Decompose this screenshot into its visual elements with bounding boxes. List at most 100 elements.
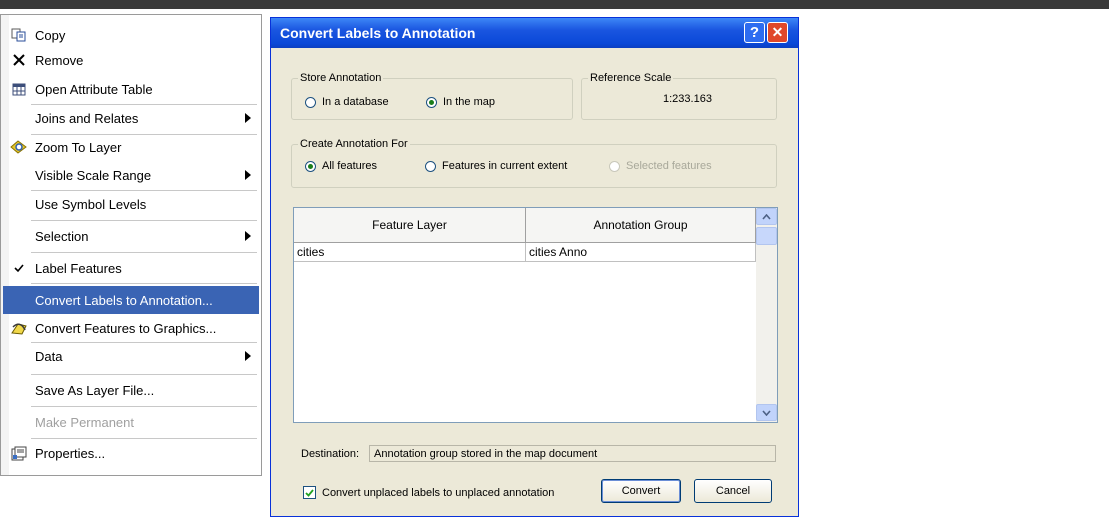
- radio-indicator-selected: [305, 160, 316, 172]
- menu-item-label: Convert Features to Graphics...: [35, 320, 217, 336]
- checkbox-indicator: [303, 486, 316, 499]
- menu-item-label: Joins and Relates: [35, 110, 139, 126]
- menu-item-use-symbol-levels[interactable]: Use Symbol Levels: [3, 190, 259, 218]
- convert-button[interactable]: Convert: [601, 479, 681, 503]
- radio-label: In the map: [443, 96, 495, 108]
- table-cell-annotation-group[interactable]: cities Anno: [526, 243, 756, 262]
- menu-separator: [31, 374, 257, 375]
- menu-separator: [31, 252, 257, 253]
- destination-value: Annotation group stored in the map docum…: [374, 447, 598, 460]
- menu-item-convert-labels-to-annotation[interactable]: Convert Labels to Annotation...: [3, 286, 259, 314]
- menu-item-label: Properties...: [35, 445, 106, 461]
- cancel-button[interactable]: Cancel: [694, 479, 772, 503]
- menu-item-remove[interactable]: Remove: [3, 46, 259, 74]
- menu-separator: [31, 406, 257, 407]
- convert-unplaced-checkbox[interactable]: Convert unplaced labels to unplaced anno…: [303, 486, 554, 499]
- menu-item-selection[interactable]: Selection: [3, 222, 259, 250]
- top-window-border: [0, 0, 1109, 9]
- submenu-arrow-icon: [237, 231, 259, 241]
- chevron-down-icon: [762, 409, 771, 416]
- radio-label: Features in current extent: [442, 160, 568, 172]
- menu-item-label: Convert Labels to Annotation...: [35, 292, 213, 308]
- checkmark-icon: [305, 488, 314, 497]
- help-button[interactable]: ?: [744, 22, 765, 43]
- menu-item-label: Use Symbol Levels: [35, 196, 147, 212]
- group-legend: Create Annotation For: [300, 138, 408, 150]
- menu-item-copy[interactable]: Copy: [3, 21, 259, 49]
- menu-item-label: Remove: [35, 52, 84, 68]
- destination-label: Destination:: [301, 448, 360, 460]
- menu-item-label: Make Permanent: [35, 414, 134, 430]
- zoom-to-layer-icon: [3, 140, 35, 154]
- button-label: Cancel: [715, 485, 751, 497]
- submenu-arrow-icon: [237, 113, 259, 123]
- destination-field: Annotation group stored in the map docum…: [369, 445, 776, 462]
- radio-all-features[interactable]: All features: [305, 160, 377, 172]
- menu-item-label: Copy: [35, 27, 66, 43]
- menu-item-label: Visible Scale Range: [35, 167, 152, 183]
- checkbox-label: Convert unplaced labels to unplaced anno…: [322, 486, 555, 499]
- menu-item-data[interactable]: Data: [3, 342, 259, 370]
- group-legend: Store Annotation: [300, 72, 382, 84]
- scroll-up-button[interactable]: [756, 208, 777, 225]
- convert-labels-dialog: Convert Labels to Annotation ? ✕ Store A…: [270, 17, 799, 517]
- help-icon: ?: [749, 24, 760, 41]
- radio-label: In a database: [322, 96, 389, 108]
- menu-item-label: Data: [35, 348, 63, 364]
- menu-item-label: Zoom To Layer: [35, 139, 122, 155]
- menu-item-label: Label Features: [35, 260, 122, 276]
- copy-icon: [3, 28, 35, 42]
- reference-scale-value: 1:233.163: [663, 93, 712, 105]
- checkmark-icon: [3, 263, 35, 273]
- radio-indicator: [609, 160, 620, 172]
- dialog-titlebar[interactable]: Convert Labels to Annotation: [271, 18, 798, 48]
- group-legend: Reference Scale: [590, 72, 672, 84]
- radio-indicator: [305, 96, 316, 108]
- radio-label: Selected features: [626, 160, 712, 172]
- cell-text: cities: [297, 245, 325, 259]
- menu-item-label-features[interactable]: Label Features: [3, 254, 259, 282]
- scroll-down-button[interactable]: [756, 404, 777, 421]
- menu-item-label: Selection: [35, 228, 89, 244]
- submenu-arrow-icon: [237, 170, 259, 180]
- table-vertical-scrollbar[interactable]: [756, 208, 777, 422]
- remove-x-icon: [3, 53, 35, 67]
- menu-item-label: Save As Layer File...: [35, 382, 155, 398]
- dialog-title: Convert Labels to Annotation: [280, 25, 476, 41]
- convert-graphics-icon: [3, 321, 35, 336]
- scroll-thumb[interactable]: [756, 227, 777, 245]
- radio-in-a-database[interactable]: In a database: [305, 96, 389, 108]
- menu-item-save-as-layer-file[interactable]: Save As Layer File...: [3, 376, 259, 404]
- column-header-feature-layer[interactable]: Feature Layer: [294, 208, 526, 243]
- radio-label: All features: [322, 160, 378, 172]
- column-header-label: Feature Layer: [372, 218, 447, 232]
- menu-separator: [31, 283, 257, 284]
- radio-in-the-map[interactable]: In the map: [426, 96, 495, 108]
- radio-selected-features: Selected features: [609, 160, 712, 172]
- cell-text: cities Anno: [529, 245, 588, 259]
- menu-item-make-permanent: Make Permanent: [3, 408, 259, 436]
- radio-features-in-current-extent[interactable]: Features in current extent: [425, 160, 567, 172]
- properties-icon: [3, 446, 35, 461]
- table-cell-feature-layer[interactable]: cities: [294, 243, 526, 262]
- table-icon: [3, 83, 35, 96]
- layer-annotation-table: Feature Layer Annotation Group cities ci…: [293, 207, 778, 423]
- radio-indicator-selected: [426, 96, 437, 108]
- submenu-arrow-icon: [237, 351, 259, 361]
- menu-separator: [31, 220, 257, 221]
- menu-item-visible-scale-range[interactable]: Visible Scale Range: [3, 161, 259, 189]
- close-button[interactable]: ✕: [767, 22, 788, 43]
- column-header-label: Annotation Group: [593, 218, 688, 232]
- layer-context-menu: Copy Remove Open Attribute Table Joins a…: [0, 14, 262, 476]
- close-icon: ✕: [771, 24, 784, 40]
- menu-item-properties[interactable]: Properties...: [3, 439, 259, 467]
- menu-item-label: Open Attribute Table: [35, 81, 153, 97]
- button-label: Convert: [621, 485, 661, 497]
- chevron-up-icon: [762, 213, 771, 220]
- menu-item-zoom-to-layer[interactable]: Zoom To Layer: [3, 133, 259, 161]
- column-header-annotation-group[interactable]: Annotation Group: [526, 208, 756, 243]
- menu-item-open-attribute-table[interactable]: Open Attribute Table: [3, 75, 259, 103]
- menu-item-joins-and-relates[interactable]: Joins and Relates: [3, 104, 259, 132]
- radio-indicator: [425, 160, 436, 172]
- menu-item-convert-features-to-graphics[interactable]: Convert Features to Graphics...: [3, 314, 259, 342]
